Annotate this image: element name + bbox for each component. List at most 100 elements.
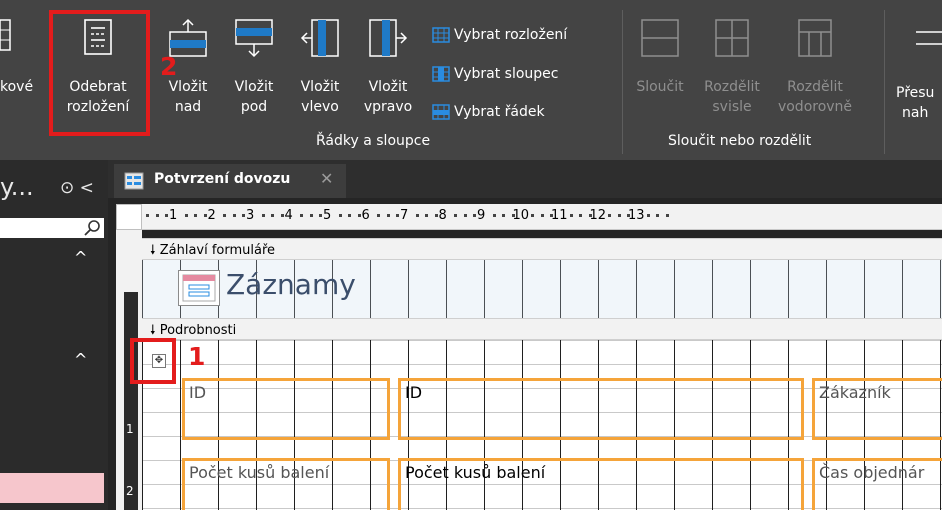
ruler-tick: [415, 214, 419, 217]
nav-search-input[interactable]: [0, 218, 104, 238]
group-separator: [622, 10, 623, 154]
move-up-button[interactable]: Přesu nah: [896, 18, 942, 123]
section-bar-form-header[interactable]: 🠗 Záhlaví formuláře: [142, 238, 942, 260]
ruler-tick: [184, 214, 188, 217]
ruler-tick: [492, 214, 496, 217]
form-title[interactable]: Záznamy: [226, 268, 356, 301]
document-tabstrip: Potvrzení dovozu ✕: [108, 160, 942, 198]
form-selector[interactable]: [116, 204, 142, 230]
label-pocet-kusu-baleni[interactable]: Počet kusů balení: [182, 458, 390, 510]
ruler-number: 8: [438, 208, 447, 223]
split-vertical-icon: [715, 19, 749, 57]
ruler-tick: [665, 214, 669, 217]
ruler-number: 13: [628, 208, 645, 223]
highlight-box-2: [49, 10, 150, 136]
merge-button[interactable]: Sloučit: [630, 18, 690, 97]
ruler-tick: [300, 214, 303, 217]
vruler-label-1: 1: [126, 422, 134, 436]
highlight-box-1: [130, 338, 176, 384]
insert-below-button[interactable]: Vložit pod: [228, 18, 280, 117]
select-row-icon: [432, 104, 450, 120]
form-logo-icon: [182, 274, 216, 302]
navigation-pane: y... ⊙ < ^ ^: [0, 160, 108, 510]
ruler-tick: [540, 214, 544, 217]
form-design-surface: 1 2 3 4 5 6 7 8 9 10 11 12 13 1 2 🠗 Záhlaví formulář…: [108, 198, 942, 510]
ruler-tick: [531, 214, 534, 217]
collapse-chevron-icon-2[interactable]: ^: [74, 350, 87, 369]
ruler-tick: [223, 214, 226, 217]
ruler-tick: [502, 214, 506, 217]
ruler-number: 3: [246, 208, 255, 223]
insert-below-icon: [235, 19, 273, 58]
partial-layout-icon: [0, 18, 12, 58]
ruler-tick: [165, 214, 169, 217]
ruler-tick: [473, 214, 477, 217]
label-cas-objednani[interactable]: Čas objednár: [812, 458, 942, 510]
ruler-number: 7: [400, 208, 409, 223]
form-header-area[interactable]: Záznamy: [142, 260, 942, 318]
split-vertical-button[interactable]: Rozdělit svisle: [700, 18, 764, 117]
close-tab-icon[interactable]: ✕: [320, 169, 333, 188]
ribbon: kové Odebrat rozložení Vložit nad Vložit…: [0, 0, 942, 160]
move-up-icon: [916, 31, 942, 45]
ruler-number: 11: [551, 208, 568, 223]
nav-selected-item[interactable]: [0, 473, 104, 503]
split-horizontal-icon: [798, 19, 832, 57]
select-column-icon: [432, 66, 450, 82]
split-horizontal-button[interactable]: Rozdělit vodorovně: [776, 18, 854, 117]
textbox-id[interactable]: ID: [398, 378, 804, 440]
label-zakaznik[interactable]: Zákazník: [812, 378, 942, 440]
ruler-tick: [396, 214, 400, 217]
ruler-tick: [232, 214, 236, 217]
ruler-number: 2: [207, 208, 216, 223]
ruler-tick: [463, 214, 467, 217]
ruler-tick: [357, 214, 361, 217]
nav-pane-controls[interactable]: ⊙ <: [60, 178, 94, 198]
ruler-tick: [155, 214, 159, 217]
annotation-number-1: 1: [188, 342, 206, 371]
ruler-tick: [261, 214, 265, 217]
ruler-tick: [146, 214, 149, 217]
horizontal-ruler: 1 2 3 4 5 6 7 8 9 10 11 12 13: [142, 204, 942, 230]
collapse-chevron-icon[interactable]: ^: [74, 248, 87, 267]
group-label-merge-split: Sloučit nebo rozdělit: [668, 133, 812, 149]
ruler-tick: [319, 214, 323, 217]
group-separator-2: [884, 10, 885, 154]
ruler-tick: [348, 214, 352, 217]
ruler-tick: [454, 214, 457, 217]
insert-left-icon: [300, 19, 339, 57]
form-logo[interactable]: [178, 270, 220, 306]
ruler-tick: [434, 214, 438, 217]
ruler-tick: [386, 214, 390, 217]
ruler-number: 10: [512, 208, 530, 223]
detail-area[interactable]: ID ID Zákazník Počet kusů balení Počet k…: [142, 340, 942, 510]
form-icon: [124, 172, 144, 190]
insert-right-button[interactable]: Vložit vpravo: [356, 18, 420, 117]
annotation-number-2: 2: [160, 52, 178, 81]
ruler-tick: [377, 214, 380, 217]
ruler-tick: [271, 214, 275, 217]
ruler-number: 12: [589, 208, 607, 223]
ruler-number: 5: [323, 208, 332, 223]
ruler-tick: [280, 214, 284, 217]
ruler-tick: [242, 214, 246, 217]
select-layout-icon: [432, 27, 450, 43]
ruler-tick: [646, 214, 650, 217]
document-area: Potvrzení dovozu ✕ 1 2 3 4 5 6 7 8 9 10 11 12 13 1 2…: [108, 160, 942, 510]
section-bar-detail[interactable]: 🠗 Podrobnosti: [142, 318, 942, 340]
insert-left-button[interactable]: Vložit vlevo: [294, 18, 346, 117]
ruler-tick: [194, 214, 198, 217]
label-id[interactable]: ID: [182, 378, 390, 440]
tab-potvrzeni-dovozu[interactable]: Potvrzení dovozu ✕: [114, 164, 346, 198]
group-label-rows-columns: Řádky a sloupce: [316, 133, 431, 149]
insert-right-icon: [369, 19, 408, 57]
ruler-tick: [579, 214, 583, 217]
textbox-pocet-kusu-baleni[interactable]: Počet kusů balení: [398, 458, 804, 510]
ruler-tick: [338, 214, 342, 217]
ruler-tick: [617, 214, 621, 217]
ruler-tick: [656, 214, 660, 217]
ruler-tick: [569, 214, 573, 217]
ruler-number: 1: [169, 208, 178, 223]
ruler-tick: [425, 214, 429, 217]
partial-button-label[interactable]: kové: [0, 77, 33, 97]
